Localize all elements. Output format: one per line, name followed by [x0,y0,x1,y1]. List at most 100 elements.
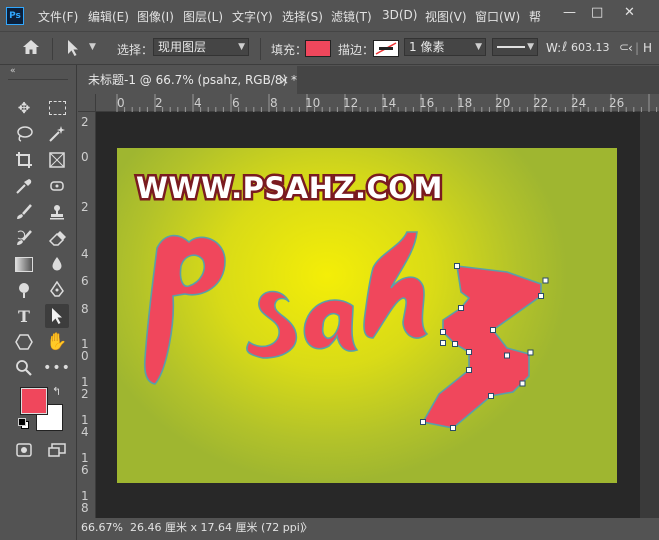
ruler-label: 6 [232,96,240,110]
path-selection-tool-icon[interactable] [66,39,80,60]
anchor-point [452,341,458,347]
more-tools-icon[interactable]: ••• [43,356,70,380]
anchor-point [527,349,534,356]
spot-healing-tool-icon[interactable] [45,174,69,198]
link-icon[interactable]: ℓ [562,40,567,55]
collapse-panel-icon[interactable]: « [10,66,16,76]
menu-filter[interactable]: 滤镜(T) [331,8,372,25]
frame-tool-icon[interactable] [45,148,69,172]
ruler-label: 4 [81,247,89,261]
brush-tool-icon[interactable] [12,200,36,224]
gradient-tool-icon[interactable] [12,252,36,276]
anchor-point [440,340,446,346]
menu-edit[interactable]: 编辑(E) [88,8,129,25]
zoom-level[interactable]: 66.67% [81,518,123,538]
pen-tool-icon[interactable] [45,278,69,302]
document-canvas[interactable]: WWW.PSAHZ.COM [117,148,617,483]
stroke-color-swatch[interactable] [373,40,399,57]
ruler-label: 14 [381,96,397,110]
ruler-label: 0 [81,150,89,164]
anchor-point [504,352,510,359]
ruler-label: 1 6 [81,451,89,477]
menu-select[interactable]: 选择(S) [282,8,323,25]
chevron-down-icon: ▼ [527,42,534,52]
minimize-button[interactable]: — [563,5,576,20]
menu-help[interactable]: 帮 [529,8,541,25]
menu-image[interactable]: 图像(I) [137,8,174,25]
path-selection-tool-active-icon[interactable] [45,304,69,328]
canvas-artwork: WWW.PSAHZ.COM [134,169,549,431]
document-size: 26.46 厘米 x 17.64 厘米 (72 ppi) [130,521,305,534]
menu-view[interactable]: 视图(V) [425,8,467,25]
anchor-point [519,380,526,387]
stamp-tool-icon[interactable] [45,200,69,224]
move-tool-icon[interactable]: ✥ [12,96,36,120]
restore-button[interactable]: □ [591,5,603,20]
letter-s-shape [246,290,298,359]
menu-type[interactable]: 文字(Y) [232,8,273,25]
zoom-tool-icon[interactable] [12,356,36,380]
type-tool-icon[interactable]: T [12,304,36,328]
menu-3d[interactable]: 3D(D) [382,8,417,22]
blur-tool-icon[interactable] [45,252,69,276]
crop-tool-icon[interactable] [12,148,36,172]
anchor-point [420,419,426,425]
shape-tool-icon[interactable] [12,330,36,354]
ruler-label: 6 [81,274,89,288]
anchor-point [466,367,472,373]
menu-file[interactable]: 文件(F) [38,8,78,25]
anchor-point [458,305,464,311]
watermark-text: WWW.PSAHZ.COM [136,171,443,205]
eraser-tool-icon[interactable] [45,226,69,250]
home-icon[interactable] [22,39,40,58]
photoshop-logo[interactable]: Ps [6,7,24,25]
lasso-tool-icon[interactable] [12,122,36,146]
swap-colors-icon[interactable]: ↰ [52,385,61,398]
foreground-color-swatch[interactable] [20,387,48,415]
vertical-scrollbar[interactable] [640,112,659,518]
ruler-label: 1 2 [81,375,89,401]
eyedropper-tool-icon[interactable] [12,174,36,198]
select-dropdown[interactable]: 现用图层 ▼ [153,38,249,56]
anchor-point [488,393,494,399]
hand-tool-icon[interactable]: ✋ [45,330,69,354]
stroke-type-dropdown[interactable]: ▼ [492,38,538,56]
ruler-label: 22 [533,96,549,110]
select-dropdown-value: 现用图层 [158,40,207,54]
status-menu-arrow-icon[interactable]: 〉 [302,518,313,538]
height-label: H [643,41,653,55]
stroke-line-icon [497,46,525,48]
letter-p-shape [143,234,226,385]
anchor-point [450,425,456,431]
menu-layer[interactable]: 图层(L) [183,8,223,25]
document-tab[interactable]: 未标题-1 @ 66.7% (psahz, RGB/8) * × [78,66,297,94]
divider-mark: | [635,41,640,55]
width-value[interactable]: 603.13 [571,41,610,54]
dodge-tool-icon[interactable] [12,278,36,302]
quick-mask-icon[interactable] [12,438,36,462]
document-tab-title: 未标题-1 @ 66.7% (psahz, RGB/8) * [88,73,298,87]
magic-wand-tool-icon[interactable] [45,122,69,146]
ruler-label: 2 [81,200,89,214]
chevron-left-icon: ‹ [628,41,633,55]
ruler-label: 20 [495,96,511,110]
history-brush-tool-icon[interactable] [12,226,36,250]
letter-a-shape [303,299,359,352]
stroke-width-dropdown[interactable]: 1 像素 ▼ [404,38,486,56]
select-label: 选择： [117,43,154,57]
letter-z-shape [421,265,542,429]
tool-preset-chevron-icon[interactable]: ▼ [89,42,96,52]
menu-window[interactable]: 窗口(W) [475,8,520,25]
default-colors-icon[interactable] [18,418,29,429]
anchor-point [490,327,496,333]
close-tab-icon[interactable]: × [279,66,289,94]
close-window-button[interactable]: ✕ [624,5,635,20]
screen-mode-icon[interactable] [45,438,69,462]
fill-color-swatch[interactable] [305,40,331,57]
ruler-label: 0 [117,96,125,110]
ruler-label: 2 [81,115,89,129]
marquee-tool-icon[interactable] [45,96,69,120]
ruler-label: 4 [194,96,202,110]
anchor-point [440,329,446,335]
ruler-label: 26 [609,96,625,110]
